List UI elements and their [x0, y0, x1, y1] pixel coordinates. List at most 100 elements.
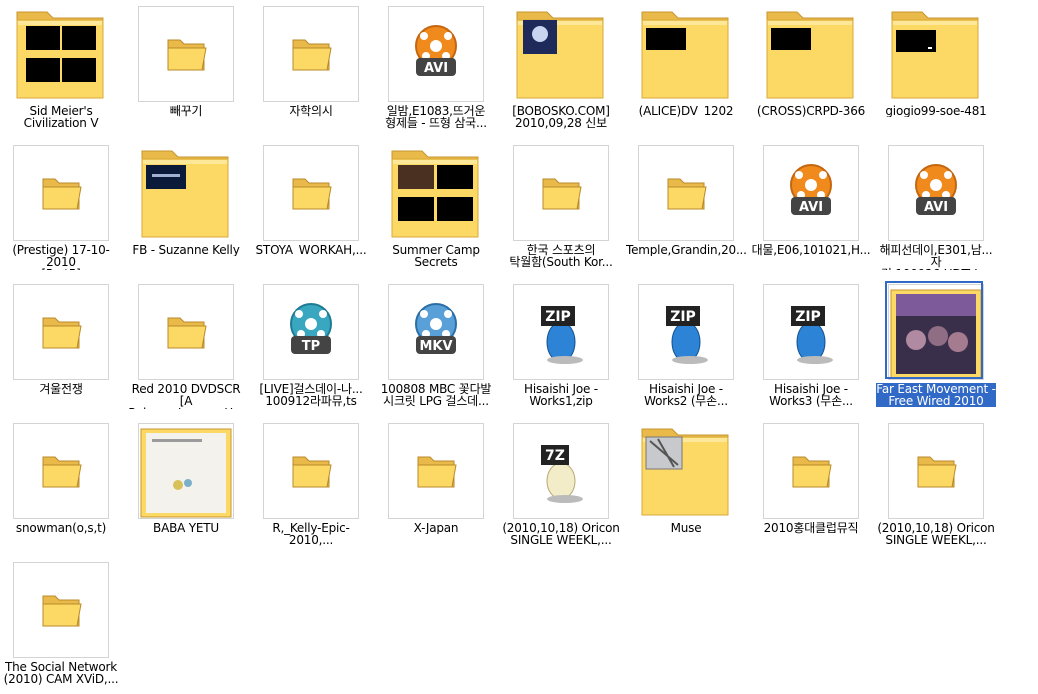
zip-file-icon: ZIP [763, 284, 859, 380]
file-item[interactable]: 자학의시 [263, 3, 388, 142]
file-item-label: 빼꾸기 [169, 105, 203, 117]
file-item-label: 일밤,E1083,뜨거운 형제들 - 뜨형 삼국... [385, 105, 487, 129]
file-item-label: Red 2010 DVDSCR [A Release-Lounge H... [128, 383, 244, 409]
file-item[interactable]: (CROSS)CRPD-366 [757, 3, 888, 142]
file-item-label: Summer Camp Secrets [392, 244, 480, 268]
mkv-file-icon: MKV [388, 284, 484, 380]
folder-large-icon [888, 6, 984, 102]
file-item[interactable]: (ALICE)DV_1202 [638, 3, 763, 142]
file-item[interactable]: ZIP Hisaishi Joe - Works1,zip [513, 281, 638, 420]
file-item-label: [BOBOSKO.COM] 2010,09,28 신보 [512, 105, 610, 129]
file-type-badge: ZIP [795, 309, 821, 325]
file-item[interactable]: X-Japan [388, 420, 513, 559]
file-type-badge: MKV [419, 339, 452, 354]
file-item-label: Hisaishi Joe - Works3 (무손... [769, 383, 853, 407]
file-item[interactable]: TP [LIVE]걸스데이-나... 100912라파뮤,ts [259, 281, 388, 420]
folder-large-icon [138, 145, 234, 241]
file-type-badge: ZIP [670, 309, 696, 325]
file-item[interactable]: ZIP Hisaishi Joe - Works2 (무손... [638, 281, 763, 420]
file-item[interactable]: Temple,Grandin,20... [626, 142, 763, 281]
folder-icon [638, 145, 734, 241]
file-item-label: R,_Kelly-Epic-2010,... [272, 522, 350, 546]
file-item[interactable]: AVI 해피선데이,E301,남... 자격,100926,HDTV,... [880, 142, 1013, 281]
folder-icon [263, 423, 359, 519]
folder-icon [263, 6, 359, 102]
folder-icon [13, 562, 109, 658]
file-type-badge: AVI [924, 200, 948, 215]
file-type-badge: 7Z [545, 448, 565, 464]
file-type-badge: AVI [424, 61, 448, 76]
file-item-label: (ALICE)DV_1202 [638, 105, 734, 117]
avi-file-icon: AVI [388, 6, 484, 102]
file-item[interactable]: The Social Network (2010) CAM XViD,... [4, 559, 138, 694]
file-item-label: (Prestige) 17-10-2010 [Part5] [12, 244, 110, 270]
folder-large-icon [638, 6, 734, 102]
folder-icon [138, 6, 234, 102]
file-item[interactable]: ZIP Hisaishi Joe - Works3 (무손... [763, 281, 888, 420]
folder-icon [138, 284, 234, 380]
folder-large-icon [513, 6, 609, 102]
file-icon-grid: Sid Meier's Civilization V 빼꾸기 자학의시 AVI 일밤,E… [0, 0, 1038, 694]
file-item-label: (2010,10,18) Oricon SINGLE WEEKL,... [502, 522, 620, 546]
file-item[interactable]: (2010,10,18) Oricon SINGLE WEEKL,... [877, 420, 1013, 559]
file-item-label: 2010홍대클럽뮤직 [763, 522, 859, 534]
file-item-label: snowman(o,s,t) [15, 522, 107, 534]
file-item[interactable]: AVI 대물,E06,101021,H... [752, 142, 888, 281]
file-item[interactable]: STOYA_WORKAH,... [256, 142, 388, 281]
file-item-label: [LIVE]걸스데이-나... 100912라파뮤,ts [259, 383, 363, 407]
folder-icon [263, 145, 359, 241]
folder-large-icon [388, 145, 484, 241]
file-item[interactable]: [BOBOSKO.COM] 2010,09,28 신보 [512, 3, 638, 142]
file-item-label: 100808 MBC 꽃다발 시크릿 LPG 걸스데... [380, 383, 492, 407]
file-item[interactable]: BABA YETU [138, 420, 263, 559]
file-item[interactable]: 7Z (2010,10,18) Oricon SINGLE WEEKL,... [502, 420, 638, 559]
folder-icon [13, 145, 109, 241]
file-item-label: Sid Meier's Civilization V [23, 105, 99, 129]
selection-outline [885, 281, 983, 379]
folder-icon [513, 145, 609, 241]
file-item[interactable]: AVI 일밤,E1083,뜨거운 형제들 - 뜨형 삼국... [385, 3, 513, 142]
file-type-badge: TP [302, 339, 320, 354]
file-item-label: Hisaishi Joe - Works1,zip [524, 383, 598, 407]
file-item[interactable]: Muse [638, 420, 763, 559]
file-item-label: Muse [670, 522, 702, 534]
avi-file-icon: AVI [763, 145, 859, 241]
file-item-label: STOYA_WORKAH,... [255, 244, 367, 256]
folder-icon [763, 423, 859, 519]
file-item[interactable]: 한국 스포츠의 탁월함(South Kor... [509, 142, 638, 281]
file-item[interactable]: 2010홍대클럽뮤직 [763, 420, 888, 559]
file-item-label: 해피선데이,E301,남... 자격,100926,HDTV,... [879, 244, 993, 270]
file-item[interactable]: Far East Movement - Free Wired 2010 [876, 281, 1013, 420]
folder-icon [388, 423, 484, 519]
folder-icon [13, 423, 109, 519]
file-item[interactable]: Red 2010 DVDSCR [A Release-Lounge H... [128, 281, 263, 420]
file-item[interactable]: giogio99-soe-481 [885, 3, 1013, 142]
file-item-label: BABA YETU [153, 522, 219, 534]
file-item-label: 겨울전쟁 [39, 383, 83, 395]
file-item[interactable]: (Prestige) 17-10-2010 [Part5] [12, 142, 138, 281]
7z-file-icon: 7Z [513, 423, 609, 519]
folder-large-icon [638, 423, 734, 519]
file-item-label: Hisaishi Joe - Works2 (무손... [644, 383, 728, 407]
file-item[interactable]: 겨울전쟁 [13, 281, 138, 420]
file-item[interactable]: 빼꾸기 [138, 3, 263, 142]
zip-file-icon: ZIP [638, 284, 734, 380]
file-item-label: Temple,Grandin,20... [626, 244, 746, 256]
avi-file-icon: AVI [888, 145, 984, 241]
file-item[interactable]: R,_Kelly-Epic-2010,... [263, 420, 388, 559]
file-item[interactable]: FB - Suzanne Kelly [132, 142, 263, 281]
zip-file-icon: ZIP [513, 284, 609, 380]
file-item[interactable]: Sid Meier's Civilization V [13, 3, 138, 142]
file-item-label: 한국 스포츠의 탁월함(South Kor... [509, 244, 613, 268]
file-item-label: (CROSS)CRPD-366 [756, 105, 866, 117]
file-item-label: Far East Movement - Free Wired 2010 [876, 383, 996, 407]
file-item[interactable]: MKV 100808 MBC 꽃다발 시크릿 LPG 걸스데... [381, 281, 513, 420]
tp-file-icon: TP [263, 284, 359, 380]
file-item[interactable]: Summer Camp Secrets [388, 142, 513, 281]
file-item[interactable]: snowman(o,s,t) [13, 420, 138, 559]
folder-icon [888, 423, 984, 519]
folder-large-icon [13, 6, 109, 102]
file-type-badge: AVI [799, 200, 823, 215]
file-type-badge: ZIP [545, 309, 571, 325]
folder-icon [13, 284, 109, 380]
